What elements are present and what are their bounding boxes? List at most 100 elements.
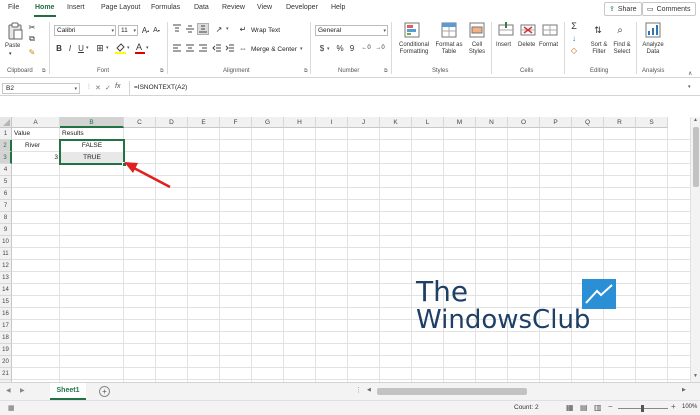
conditional-formatting-icon[interactable] bbox=[404, 22, 420, 38]
fill-icon[interactable]: ↓ bbox=[569, 33, 579, 43]
zoom-out-icon[interactable]: − bbox=[608, 402, 613, 411]
column-header-a[interactable]: A bbox=[12, 117, 60, 128]
analyze-data-icon[interactable] bbox=[645, 22, 661, 38]
column-header-q[interactable]: Q bbox=[572, 117, 604, 128]
row-header-21[interactable]: 21 bbox=[0, 368, 12, 380]
clipboard-launcher-icon[interactable]: ⧉ bbox=[42, 68, 46, 74]
align-center-icon[interactable] bbox=[185, 43, 195, 53]
row-header-18[interactable]: 18 bbox=[0, 332, 12, 344]
insert-cells-icon[interactable] bbox=[498, 22, 514, 38]
menu-formulas[interactable]: Formulas bbox=[151, 4, 180, 11]
currency-dropdown-icon[interactable]: ▾ bbox=[327, 46, 330, 52]
merge-dropdown-icon[interactable]: ▾ bbox=[300, 46, 303, 52]
row-header-11[interactable]: 11 bbox=[0, 248, 12, 260]
next-sheet-icon[interactable]: ▶ bbox=[20, 387, 25, 394]
paste-dropdown-icon[interactable]: ▾ bbox=[9, 51, 12, 58]
decrease-indent-icon[interactable] bbox=[212, 43, 222, 53]
zoom-in-icon[interactable]: + bbox=[671, 402, 676, 411]
format-cells-button[interactable]: Format bbox=[539, 42, 558, 49]
row-header-17[interactable]: 17 bbox=[0, 320, 12, 332]
increase-decimal-icon[interactable]: ←0 bbox=[360, 43, 372, 53]
analyze-data-button[interactable]: Analyze Data bbox=[640, 42, 666, 56]
number-launcher-icon[interactable]: ⧉ bbox=[384, 68, 388, 74]
scroll-left-icon[interactable]: ◀ bbox=[367, 387, 371, 393]
column-header-h[interactable]: H bbox=[284, 117, 316, 128]
vertical-scrollbar[interactable]: ▲ ▼ bbox=[690, 117, 700, 382]
column-header-j[interactable]: J bbox=[348, 117, 380, 128]
increase-indent-icon[interactable] bbox=[225, 43, 235, 53]
menu-home[interactable]: Home bbox=[35, 4, 54, 11]
cut-icon[interactable]: ✂ bbox=[27, 22, 37, 32]
collapse-ribbon-icon[interactable]: ∧ bbox=[688, 70, 692, 77]
scroll-right-icon[interactable]: ▶ bbox=[682, 387, 686, 393]
page-break-view-icon[interactable]: ▥ bbox=[594, 403, 602, 412]
horizontal-scroll-thumb[interactable] bbox=[377, 388, 527, 395]
column-header-n[interactable]: N bbox=[476, 117, 508, 128]
cell-A3[interactable]: 3 bbox=[12, 152, 58, 164]
font-launcher-icon[interactable]: ⧉ bbox=[160, 68, 164, 74]
font-name-combo[interactable]: Calibri ▾ bbox=[54, 25, 116, 36]
column-header-d[interactable]: D bbox=[156, 117, 188, 128]
row-header-1[interactable]: 1 bbox=[0, 128, 12, 140]
worksheet-grid[interactable]: ABCDEFGHIJKLMNOPQRS 1 2 3 4 5 6 7 8 9 10 11 12 13 14 1… bbox=[0, 117, 690, 382]
paste-icon[interactable] bbox=[6, 22, 24, 40]
row-header-7[interactable]: 7 bbox=[0, 200, 12, 212]
borders-dropdown-icon[interactable]: ▾ bbox=[106, 45, 109, 51]
font-color-icon[interactable]: A bbox=[135, 42, 145, 54]
menu-review[interactable]: Review bbox=[222, 4, 245, 11]
select-all-button[interactable] bbox=[0, 117, 12, 128]
row-header-9[interactable]: 9 bbox=[0, 224, 12, 236]
cell-B1[interactable]: Results bbox=[62, 128, 84, 140]
align-middle-icon[interactable] bbox=[185, 24, 195, 34]
scroll-down-icon[interactable]: ▼ bbox=[693, 373, 698, 379]
find-select-button[interactable]: Find & Select bbox=[610, 42, 634, 56]
vertical-scroll-thumb[interactable] bbox=[693, 127, 699, 187]
conditional-formatting-button[interactable]: Conditional Formatting bbox=[396, 42, 432, 56]
page-layout-view-icon[interactable]: ▤ bbox=[580, 403, 588, 412]
cell-styles-button[interactable]: Cell Styles bbox=[463, 42, 491, 56]
orientation-dropdown-icon[interactable]: ▾ bbox=[226, 26, 229, 32]
grow-font-icon[interactable]: A ▴ bbox=[141, 25, 150, 36]
column-header-p[interactable]: P bbox=[540, 117, 572, 128]
column-header-k[interactable]: K bbox=[380, 117, 412, 128]
align-left-icon[interactable] bbox=[172, 43, 182, 53]
underline-button[interactable]: U bbox=[77, 43, 85, 53]
share-button[interactable]: ⇪ Share bbox=[604, 2, 642, 16]
column-header-l[interactable]: L bbox=[412, 117, 444, 128]
insert-cells-button[interactable]: Insert bbox=[496, 42, 511, 49]
row-header-5[interactable]: 5 bbox=[0, 176, 12, 188]
sheet-tab-sheet1[interactable]: Sheet1 bbox=[50, 383, 86, 400]
row-header-20[interactable]: 20 bbox=[0, 356, 12, 368]
column-header-g[interactable]: G bbox=[252, 117, 284, 128]
column-header-r[interactable]: R bbox=[604, 117, 636, 128]
menu-page-layout[interactable]: Page Layout bbox=[101, 4, 140, 11]
sort-filter-button[interactable]: Sort & Filter bbox=[587, 42, 611, 56]
copy-icon[interactable]: ⧉ bbox=[27, 34, 37, 44]
autosum-icon[interactable]: Σ bbox=[569, 21, 579, 31]
cancel-icon[interactable]: ✕ bbox=[95, 84, 101, 92]
column-header-o[interactable]: O bbox=[508, 117, 540, 128]
menu-view[interactable]: View bbox=[257, 4, 272, 11]
fill-dropdown-icon[interactable]: ▾ bbox=[127, 45, 130, 51]
underline-dropdown-icon[interactable]: ▾ bbox=[86, 45, 89, 51]
shrink-font-icon[interactable]: A ▾ bbox=[152, 25, 161, 36]
bold-button[interactable]: B bbox=[55, 43, 63, 53]
delete-cells-button[interactable]: Delete bbox=[518, 42, 535, 49]
menu-help[interactable]: Help bbox=[331, 4, 345, 11]
font-color-dropdown-icon[interactable]: ▾ bbox=[146, 45, 149, 51]
row-header-14[interactable]: 14 bbox=[0, 284, 12, 296]
column-header-c[interactable]: C bbox=[124, 117, 156, 128]
zoom-level[interactable]: 100% bbox=[682, 404, 697, 410]
column-header-m[interactable]: M bbox=[444, 117, 476, 128]
zoom-slider-thumb[interactable] bbox=[641, 405, 644, 412]
sort-filter-icon[interactable]: ⇅ bbox=[591, 22, 605, 38]
column-header-i[interactable]: I bbox=[316, 117, 348, 128]
row-header-3[interactable]: 3 bbox=[0, 152, 12, 164]
row-header-4[interactable]: 4 bbox=[0, 164, 12, 176]
percent-button[interactable]: % bbox=[335, 43, 345, 53]
align-top-icon[interactable] bbox=[172, 24, 182, 34]
wrap-text-button[interactable]: Wrap Text bbox=[251, 27, 280, 34]
menu-insert[interactable]: Insert bbox=[67, 4, 85, 11]
borders-icon[interactable]: ⊞ bbox=[95, 43, 105, 53]
cell-styles-icon[interactable] bbox=[469, 22, 485, 38]
